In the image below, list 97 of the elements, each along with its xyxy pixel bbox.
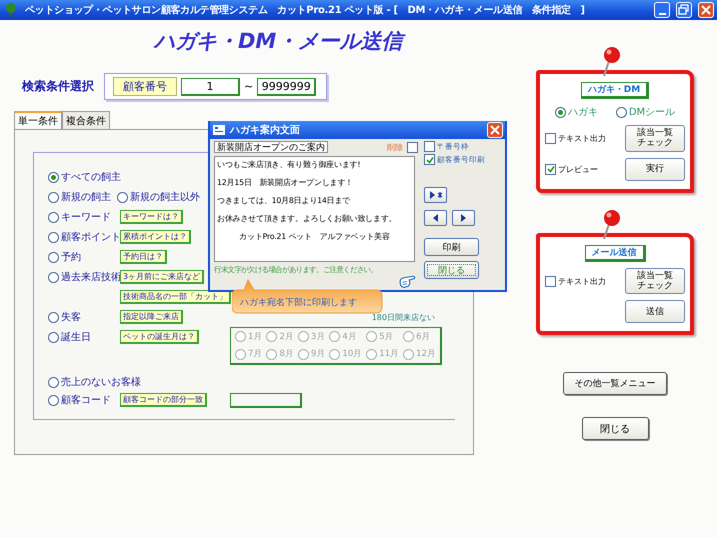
field-label: 顧客番号 [113,77,177,96]
radio-label: 過去来店技術 [61,270,121,284]
radio-label: 9月 [310,348,326,360]
radio-label: 12月 [416,348,436,360]
tab[interactable]: 複合条件 [62,111,110,129]
checkbox-label: テキスト出力 [558,276,606,287]
range-to-field[interactable]: 9999999 [257,78,316,96]
dialog-button[interactable]: 印刷 [424,238,479,256]
restore-icon [677,3,691,17]
radio-button[interactable] [48,172,59,182]
checkbox-label: テキスト出力 [558,132,606,144]
radio-button[interactable] [616,106,627,118]
radio-label: ハガキ [568,106,598,119]
radio-label: 11月 [379,348,400,360]
radio-label: 8月 [279,348,294,360]
radio-label: 売上のないお客様 [61,376,141,389]
radio-label: 4月 [342,330,357,343]
radio-label: 3月 [310,330,326,343]
checkbox-label: プレビュー [558,164,598,175]
pointing-hand-icon [398,274,416,289]
callout: ハガキ宛名下部に印刷します [232,279,384,314]
window-icon [212,123,226,137]
left-triangle-icon [431,212,440,224]
action-button[interactable]: 送信 [625,300,685,324]
arrow-asterisk-icon [428,189,443,201]
radio-label: 予約 [61,251,81,264]
radio-label: 新規の飼主以外 [130,190,200,204]
restore-button[interactable] [676,2,692,18]
checkbox[interactable] [545,164,556,175]
radio-label: 誕生日 [61,330,91,344]
hint-label: ペットの誕生月は？ [120,330,199,344]
checkbox[interactable] [545,276,556,287]
radio-label: キーワード [61,211,111,224]
radio-label: 顧客ポイント [61,230,121,244]
new-record-button[interactable] [424,187,447,203]
checkbox[interactable] [424,141,435,152]
radio-label: 10月 [342,348,362,360]
right-triangle-icon [459,212,468,224]
action-button[interactable]: 閉じる [582,417,648,440]
radio-label: 6月 [416,330,431,343]
range-from-field[interactable]: 1 [181,78,240,96]
radio-label: DMシール [628,106,676,119]
radio-label: 新規の飼主 [61,190,111,204]
radio-button[interactable] [48,252,59,262]
radio-button[interactable] [48,312,59,322]
section-label: 検索条件選択 [22,78,94,95]
next-button[interactable] [452,210,475,226]
close-button[interactable] [698,2,714,18]
dialog-title: ハガキ案内文面 [230,123,301,137]
radio-button[interactable] [554,106,566,118]
hint-label: 予約日は？ [120,250,167,264]
close-icon [699,3,713,17]
checkbox[interactable] [545,132,556,144]
radio-button[interactable] [48,376,59,388]
close-button[interactable] [487,122,503,138]
action-button[interactable]: 該当一覧チェック [625,125,685,152]
radio-label: 顧客コード [61,394,111,407]
radio-label: 2月 [279,330,294,343]
radio-button[interactable] [48,272,59,282]
action-button[interactable]: 実行 [625,158,685,181]
radio-button[interactable] [48,212,59,222]
range-separator: ~ [244,80,254,93]
hint-label: 技術商品名の一部「カット」 [120,290,231,304]
hint-label: 3ヶ月前にご来店など [120,270,204,284]
window-title: ペットショップ・ペットサロン顧客カルテ管理システム カットPro.21 ペット版 - [ DM・ハガキ・メール送信 条件指定 ] [25,3,586,17]
hint-label: 指定以降ご来店 [120,310,183,324]
panel-title: メール送信 [584,244,646,262]
radio-button[interactable] [48,394,59,406]
dialog-button[interactable]: 閉じる [424,261,479,279]
radio-label: 失客 [61,310,81,324]
input-field[interactable] [230,392,302,408]
radio-button[interactable] [48,192,59,202]
checkbox[interactable] [424,154,435,165]
action-button[interactable]: その他一覧メニュー [563,372,667,396]
checkbox-label: 削除 [387,142,403,152]
note-label: 180日間来店ない [372,312,435,322]
radio-button[interactable] [48,332,59,342]
hint-label: 累積ポイントは？ [120,230,191,244]
radio-label: 1月 [248,330,262,343]
action-button[interactable]: 該当一覧チェック [625,268,685,294]
radio-label: 7月 [248,348,262,360]
minimize-button[interactable] [654,2,670,18]
minimize-icon [658,13,666,15]
subject-field[interactable]: 新装開店オープンのご案内 [214,141,328,153]
panel-title: ハガキ・DM [580,82,650,99]
previous-button[interactable] [424,210,447,226]
tab[interactable]: 単一条件 [14,111,62,129]
hint-label: 顧客コードの部分一致 [120,393,207,407]
hint-label: キーワードは？ [120,210,183,224]
tree-icon [3,2,19,18]
radio-button[interactable] [117,192,128,202]
page-heading: ハガキ・DM・メール送信 [154,27,514,55]
radio-label: すべての飼主 [61,170,121,184]
radio-label: 5月 [379,330,394,343]
close-icon [488,123,502,137]
checkbox[interactable] [407,142,418,152]
radio-button[interactable] [48,232,59,242]
